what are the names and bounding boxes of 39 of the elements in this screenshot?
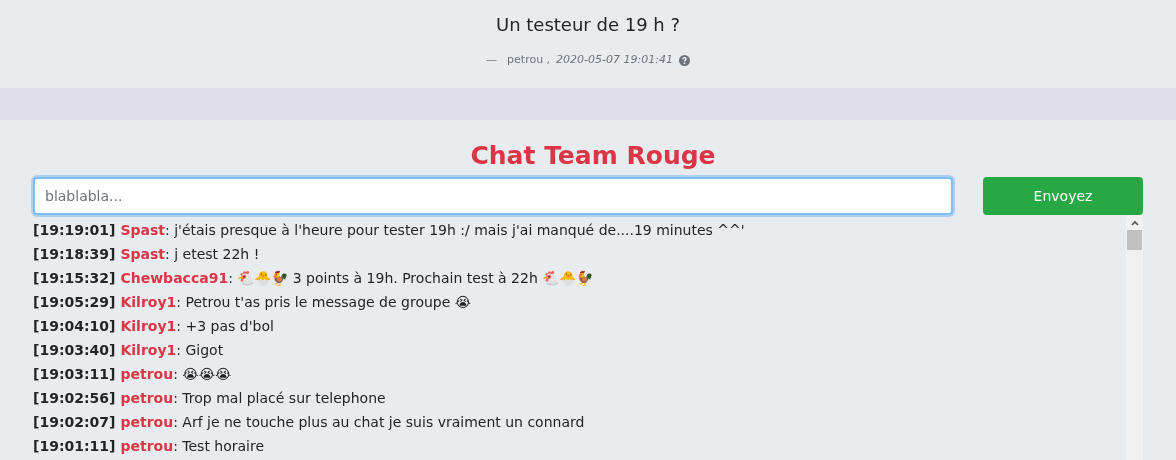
send-button[interactable]: Envoyez <box>983 177 1143 215</box>
message-author: Chewbacca91 <box>120 269 229 288</box>
message-author: Kilroy1 <box>120 317 177 336</box>
message-author: Kilroy1 <box>120 341 177 360</box>
post-author: petrou , <box>507 52 551 68</box>
dash: — <box>486 52 498 68</box>
message-time: [19:05:29] <box>33 293 116 312</box>
message-text: : j'étais presque à l'heure pour tester 19h :/ mais j'ai manqué de....19 minutes ^^' <box>165 221 745 240</box>
scroll-up-icon[interactable] <box>1130 220 1139 226</box>
chat-title: Chat Team Rouge <box>469 140 717 172</box>
message-time: [19:01:11] <box>33 437 116 456</box>
message-text: : Trop mal placé sur telephone <box>173 389 386 408</box>
message-author: Kilroy1 <box>120 293 177 312</box>
message-input[interactable]: blablabla... <box>33 177 953 215</box>
message-text: : j etest 22h ! <box>165 245 260 264</box>
message-author: petrou <box>120 365 174 384</box>
help-icon[interactable] <box>678 54 690 66</box>
message-text: : 😭😭😭 <box>173 365 232 384</box>
message-text: : Petrou t'as pris le message de groupe 😭 <box>176 293 472 312</box>
post-title: Un testeur de 19 h ? <box>496 13 680 37</box>
post-date: 2020-05-07 19:01:41 <box>556 52 673 68</box>
message-author: petrou <box>120 437 174 456</box>
message-time: [19:02:07] <box>33 413 116 432</box>
message-time: [19:03:11] <box>33 365 116 384</box>
message-text: : Gigot <box>176 341 224 360</box>
scrollbar[interactable] <box>1126 215 1143 460</box>
message-time: [19:02:56] <box>33 389 116 408</box>
message-time: [19:18:39] <box>33 245 116 264</box>
message-time: [19:03:40] <box>33 341 116 360</box>
message-author: petrou <box>120 413 174 432</box>
message-text: : 🐔🐣🐓 3 points à 19h. Prochain test à 22h 🐔🐣🐓 <box>228 269 594 288</box>
message-text: : Test horaire <box>173 437 265 456</box>
message-text: : +3 pas d'bol <box>176 317 274 336</box>
message-time: [19:15:32] <box>33 269 116 288</box>
message-author: petrou <box>120 389 174 408</box>
message-time: [19:04:10] <box>33 317 116 336</box>
message-text: : Arf je ne touche plus au chat je suis vraiment un connard <box>173 413 585 432</box>
scrollbar-thumb[interactable] <box>1127 230 1142 250</box>
message-time: [19:19:01] <box>33 221 116 240</box>
